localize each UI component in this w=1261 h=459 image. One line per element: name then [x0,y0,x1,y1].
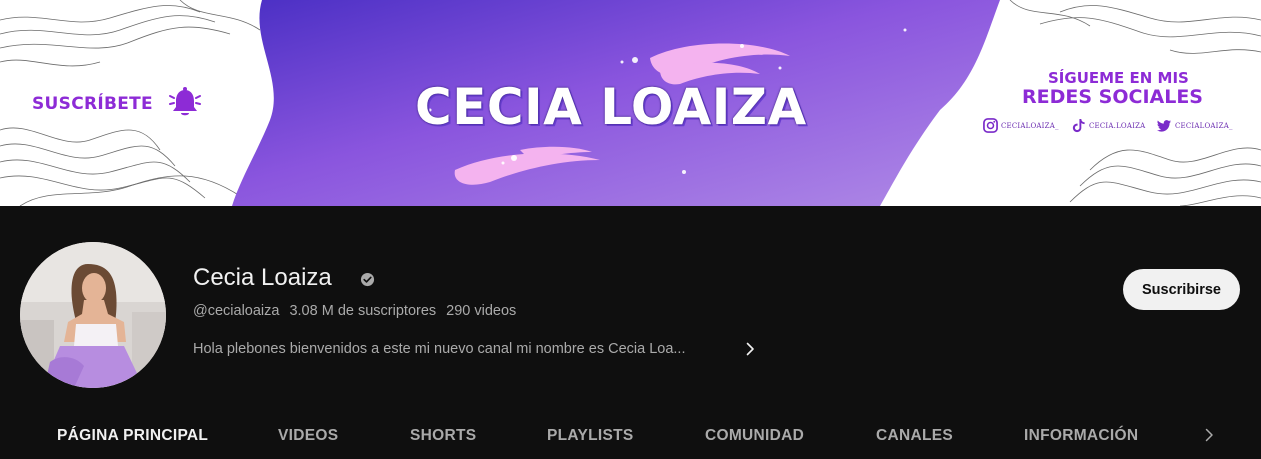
channel-banner: CECIA LOAIZA SUSCRÍBETE SÍGUEME EN MIS R… [0,0,1261,206]
banner-follow-line-1: SÍGUEME EN MIS [1048,69,1189,87]
tab-channels[interactable]: CANALES [876,427,953,445]
channel-meta: @cecialoaiza 3.08 M de suscriptores 290 … [193,303,516,319]
tiktok-handle: CECIA.LOAIZA [1089,121,1146,130]
channel-description[interactable]: Hola plebones bienvenidos a este mi nuev… [193,341,685,357]
tab-videos[interactable]: VIDEOS [278,427,338,445]
social-instagram: CECIALOAIZA_ [983,118,1059,133]
chevron-right-icon[interactable] [742,341,758,357]
avatar-image [20,242,166,388]
verified-badge-icon [360,272,375,287]
tab-home[interactable]: PÁGINA PRINCIPAL [57,427,208,445]
twitter-icon [1157,120,1172,132]
tab-playlists[interactable]: PLAYLISTS [547,427,634,445]
subscriber-count: 3.08 M de suscriptores [289,303,437,319]
instagram-handle: CECIALOAIZA_ [1001,121,1059,130]
video-count: 290 videos [446,303,517,319]
tab-community[interactable]: COMUNIDAD [705,427,804,445]
instagram-icon [983,118,998,133]
channel-handle: @cecialoaiza [193,303,280,319]
banner-subscribe-promo: SUSCRÍBETE [32,94,153,114]
tab-about[interactable]: INFORMACIÓN [1024,427,1138,445]
channel-avatar[interactable] [20,242,166,388]
social-tiktok: CECIA.LOAIZA [1071,118,1145,133]
tabs-scroll-right-icon[interactable] [1200,426,1218,444]
banner-follow-line-2: REDES SOCIALES [1022,86,1203,108]
subscribe-button[interactable]: Suscribirse [1123,269,1240,310]
twitter-handle: CECIALOAIZA_ [1175,121,1233,130]
tiktok-icon [1072,118,1085,133]
channel-name: Cecia Loaiza [193,264,332,291]
bell-icon [169,87,201,116]
banner-title: CECIA LOAIZA [415,78,807,136]
tab-shorts[interactable]: SHORTS [410,427,476,445]
social-twitter: CECIALOAIZA_ [1157,118,1233,133]
